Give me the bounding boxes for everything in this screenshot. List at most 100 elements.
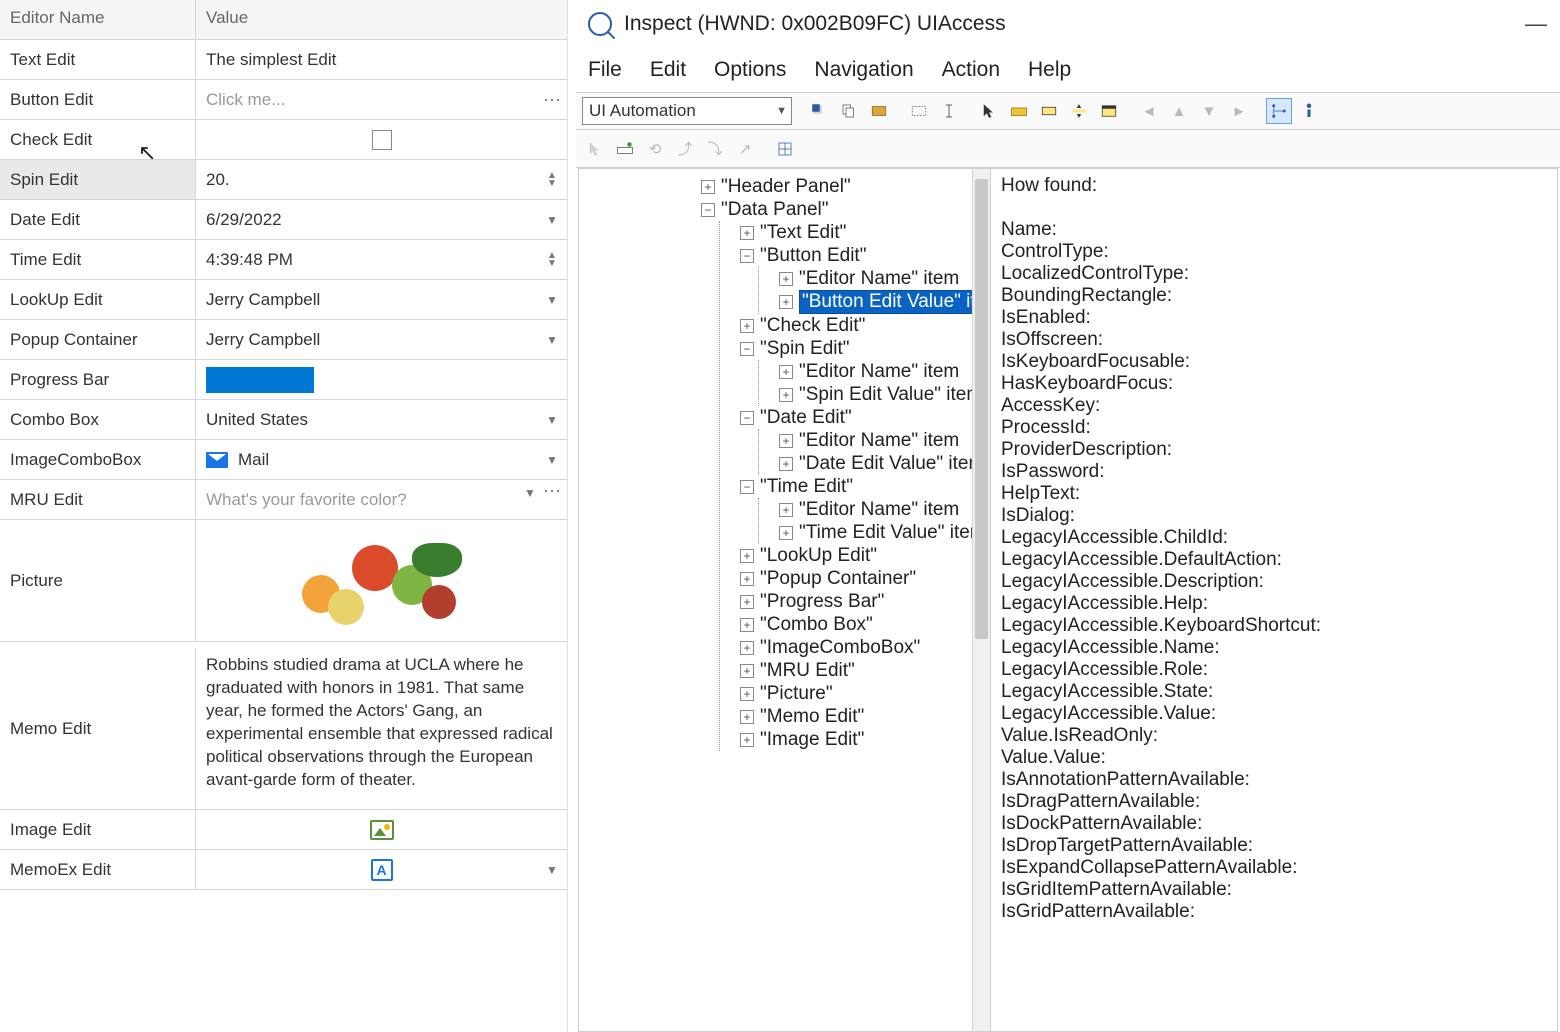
col-editor-name[interactable]: Editor Name [0, 0, 196, 39]
chevron-down-icon[interactable]: ▼ [543, 863, 561, 877]
row-check-edit[interactable]: Check Edit [0, 120, 567, 160]
nav-up-icon[interactable]: ▲ [1166, 98, 1192, 124]
chevron-down-icon[interactable]: ▼ [543, 453, 561, 467]
chevron-down-icon[interactable]: ▼ [543, 333, 561, 347]
row-mru-edit[interactable]: MRU Edit What's your favorite color? ▼ ⋯ [0, 480, 567, 520]
scrollbar[interactable] [972, 169, 990, 1031]
value-memoex[interactable]: A ▼ [196, 859, 567, 881]
chevron-down-icon[interactable]: ▼ [776, 105, 787, 117]
focus-target-icon[interactable] [772, 136, 798, 162]
tree-image-edit[interactable]: +"Image Edit" [740, 729, 864, 751]
copy-icon[interactable] [836, 98, 862, 124]
menu-action[interactable]: Action [942, 58, 1000, 82]
menu-file[interactable]: File [588, 58, 622, 82]
chevron-down-icon[interactable]: ▼ [521, 486, 539, 500]
action-a-icon[interactable]: ⟲ [642, 136, 668, 162]
info-icon[interactable] [1296, 98, 1322, 124]
tree-date-edit[interactable]: −"Date Edit" [740, 407, 852, 429]
tree-image-combo[interactable]: +"ImageComboBox" [740, 637, 920, 659]
tree-data-panel[interactable]: −"Data Panel" [701, 199, 829, 221]
value-mru[interactable]: What's your favorite color? ▼ ⋯ [196, 490, 567, 510]
menubar[interactable]: File Edit Options Navigation Action Help [576, 48, 1560, 92]
tree-spin-edit[interactable]: −"Spin Edit" [740, 338, 850, 360]
tree-button-editor-name[interactable]: +"Editor Name" item [779, 268, 959, 290]
ellipsis-icon[interactable]: ⋯ [543, 95, 561, 105]
value-image-edit[interactable] [196, 820, 567, 840]
tree-date-edit-value[interactable]: +"Date Edit Value" item [779, 453, 984, 475]
row-picture[interactable]: Picture [0, 520, 567, 642]
value-button-edit[interactable]: Click me... ⋯ [196, 90, 567, 110]
select-rect-icon[interactable] [906, 98, 932, 124]
value-lookup-edit[interactable]: Jerry Campbell ▼ [196, 290, 567, 310]
spinner-icon[interactable]: ▲▼ [543, 172, 561, 188]
nav-left-icon[interactable]: ◄ [1136, 98, 1162, 124]
chevron-down-icon[interactable]: ▼ [543, 413, 561, 427]
tree-date-editor-name[interactable]: +"Editor Name" item [779, 430, 959, 452]
row-image-combo[interactable]: ImageComboBox Mail ▼ [0, 440, 567, 480]
value-popup[interactable]: Jerry Campbell ▼ [196, 330, 567, 350]
window-highlight-icon[interactable] [1096, 98, 1122, 124]
value-picture[interactable] [196, 535, 567, 627]
tree-text-edit[interactable]: +"Text Edit" [740, 222, 846, 244]
tree-memo-edit[interactable]: +"Memo Edit" [740, 706, 864, 728]
menu-navigation[interactable]: Navigation [814, 58, 913, 82]
row-memo-edit[interactable]: Memo Edit Robbins studied drama at UCLA … [0, 642, 567, 810]
row-progress-bar[interactable]: Progress Bar [0, 360, 567, 400]
menu-help[interactable]: Help [1028, 58, 1071, 82]
mode-combo[interactable]: UI Automation▼ [582, 97, 792, 125]
checkbox-icon[interactable] [372, 130, 392, 150]
row-spin-edit[interactable]: Spin Edit 20. ▲▼ [0, 160, 567, 200]
tree-button-edit[interactable]: −"Button Edit" [740, 245, 866, 267]
menu-edit[interactable]: Edit [650, 58, 686, 82]
value-spin-edit[interactable]: 20. ▲▼ [196, 170, 567, 190]
tree-time-editor-name[interactable]: +"Editor Name" item [779, 499, 959, 521]
titlebar[interactable]: Inspect (HWND: 0x002B09FC) UIAccess — [576, 0, 1560, 48]
toolbar-secondary[interactable]: ⟲ ⤴ ⤵ ↗ [576, 130, 1560, 168]
row-combo-box[interactable]: Combo Box United States ▼ [0, 400, 567, 440]
tree-time-edit-value[interactable]: +"Time Edit Value" item [779, 522, 986, 544]
row-lookup-edit[interactable]: LookUp Edit Jerry Campbell ▼ [0, 280, 567, 320]
text-cursor-icon[interactable] [936, 98, 962, 124]
scrollbar-thumb[interactable] [975, 179, 988, 639]
tree-check-edit[interactable]: +"Check Edit" [740, 315, 865, 337]
tree-combo-box[interactable]: +"Combo Box" [740, 614, 873, 636]
value-memo[interactable]: Robbins studied drama at UCLA where he g… [196, 648, 567, 798]
highlight-rect-icon[interactable] [1036, 98, 1062, 124]
row-date-edit[interactable]: Date Edit 6/29/2022 ▼ [0, 200, 567, 240]
options-icon[interactable] [866, 98, 892, 124]
tree-popup-container[interactable]: +"Popup Container" [740, 568, 916, 590]
tree-spin-editor-name[interactable]: +"Editor Name" item [779, 361, 959, 383]
row-text-edit[interactable]: Text Edit The simplest Edit [0, 40, 567, 80]
tree-spin-edit-value[interactable]: +"Spin Edit Value" item [779, 384, 982, 406]
properties-pane[interactable]: How found: Name:ControlType:LocalizedCon… [991, 169, 1557, 1031]
tree-mru-edit[interactable]: +"MRU Edit" [740, 660, 855, 682]
menu-options[interactable]: Options [714, 58, 786, 82]
caret-highlight-icon[interactable] [1066, 98, 1092, 124]
value-combo[interactable]: United States ▼ [196, 410, 567, 430]
tree-pane[interactable]: +"Header Panel" −"Data Panel" +"Text Edi… [579, 169, 991, 1031]
nav-down-icon[interactable]: ▼ [1196, 98, 1222, 124]
action-cursor-icon[interactable] [582, 136, 608, 162]
row-memoex-edit[interactable]: MemoEx Edit A ▼ [0, 850, 567, 890]
keyboard-icon[interactable] [1006, 98, 1032, 124]
row-popup-container[interactable]: Popup Container Jerry Campbell ▼ [0, 320, 567, 360]
ellipsis-icon[interactable]: ⋯ [543, 486, 561, 500]
tree-time-edit[interactable]: −"Time Edit" [740, 476, 853, 498]
value-date-edit[interactable]: 6/29/2022 ▼ [196, 210, 567, 230]
row-time-edit[interactable]: Time Edit 4:39:48 PM ▲▼ [0, 240, 567, 280]
value-text-edit[interactable]: The simplest Edit [196, 50, 567, 70]
nav-right-icon[interactable]: ► [1226, 98, 1252, 124]
tree-header-panel[interactable]: +"Header Panel" [701, 176, 851, 198]
toolbar-primary[interactable]: UI Automation▼ ◄ ▲ ▼ ► [576, 92, 1560, 130]
tree-button-edit-value[interactable]: +"Button Edit Value" item [779, 290, 991, 314]
row-image-edit[interactable]: Image Edit [0, 810, 567, 850]
spinner-icon[interactable]: ▲▼ [543, 252, 561, 268]
action-d-icon[interactable]: ↗ [732, 136, 758, 162]
refresh-icon[interactable] [806, 98, 832, 124]
tree-lookup-edit[interactable]: +"LookUp Edit" [740, 545, 877, 567]
tree-picture[interactable]: +"Picture" [740, 683, 833, 705]
value-time-edit[interactable]: 4:39:48 PM ▲▼ [196, 250, 567, 270]
action-b-icon[interactable]: ⤴ [672, 136, 698, 162]
action-keyboard-icon[interactable] [612, 136, 638, 162]
col-value[interactable]: Value [196, 0, 567, 39]
